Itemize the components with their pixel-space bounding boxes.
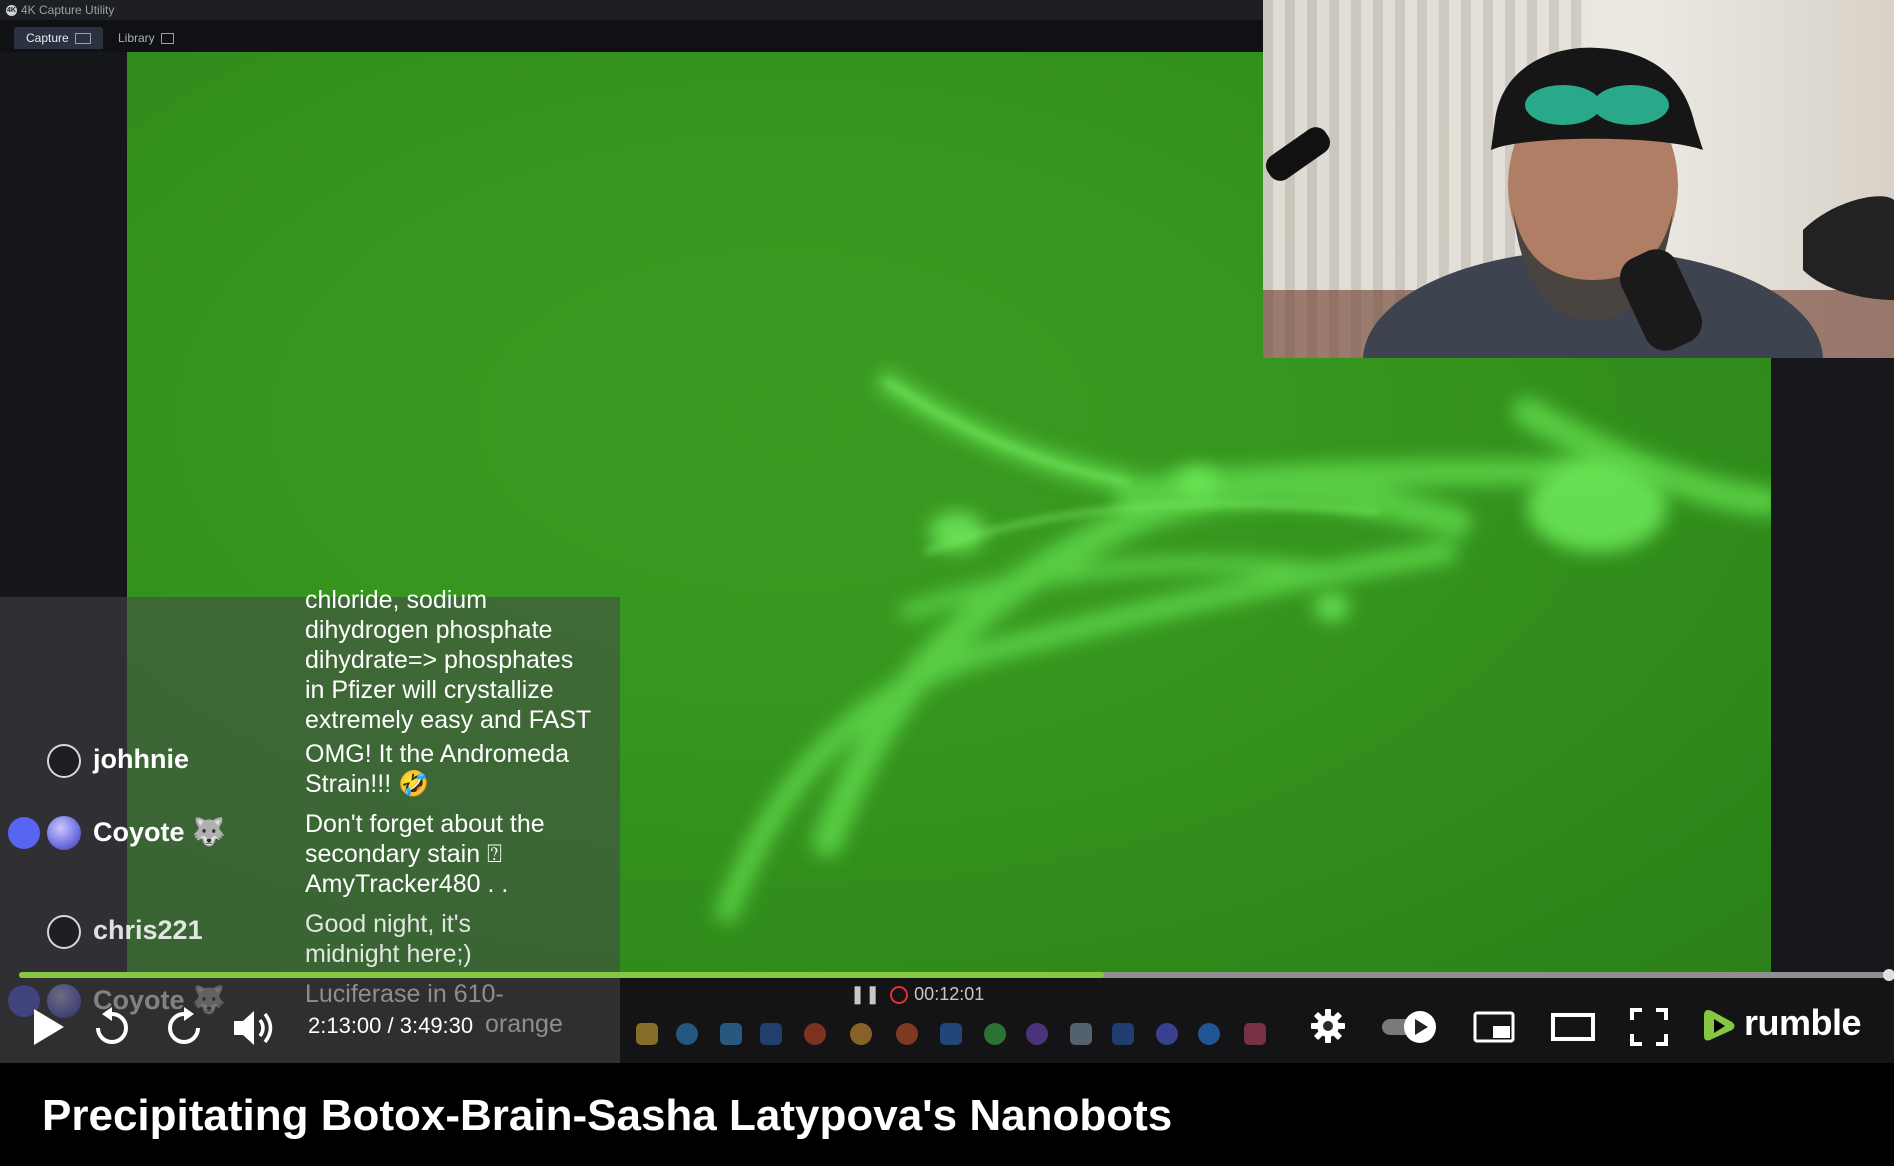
recording-elapsed: 00:12:01 (914, 984, 985, 1004)
picture-in-picture-button[interactable] (1473, 1010, 1515, 1049)
user-avatar-icon (47, 915, 81, 949)
chat-username: chris221 (93, 915, 203, 945)
discord-icon (8, 817, 40, 849)
chat-username: Coyote 🐺 (93, 817, 226, 847)
rumble-wordmark[interactable]: rumble (1744, 1002, 1862, 1044)
theater-mode-button[interactable] (1551, 1010, 1595, 1049)
fullscreen-icon (1630, 1008, 1668, 1046)
chat-message: Good night, it's midnight here;) (305, 910, 472, 968)
theater-icon (1551, 1013, 1595, 1041)
video-player[interactable]: 4K 4K Capture Utility Capture Library ch… (0, 0, 1894, 1063)
chat-username: johhnie (93, 744, 189, 774)
capture-window-titlebar: 4K 4K Capture Utility (0, 0, 1263, 20)
edge-icon (676, 1023, 698, 1045)
settings-button[interactable] (1310, 1008, 1346, 1049)
webcam-inset (1263, 0, 1894, 358)
word-icon (1112, 1023, 1134, 1045)
volume-icon (234, 1011, 273, 1045)
zoom-icon (1198, 1023, 1220, 1045)
viber-icon (1026, 1023, 1048, 1045)
user-avatar-icon (47, 744, 81, 778)
app-icon (1070, 1023, 1092, 1045)
outlook-icon (940, 1023, 962, 1045)
play-button[interactable] (28, 1006, 68, 1053)
forward-button[interactable] (164, 1006, 204, 1053)
discord-icon (1156, 1023, 1178, 1045)
app-icon (804, 1023, 826, 1045)
grid-icon (160, 33, 174, 45)
forward-icon (168, 1007, 200, 1044)
seek-bar-end-knob[interactable] (1883, 969, 1894, 981)
video-title-bar: Precipitating Botox-Brain-Sasha Latypova… (0, 1063, 1894, 1166)
volume-button[interactable] (232, 1008, 278, 1053)
chat-message: OMG! It the Andromeda Strain!!! 🤣 (305, 740, 570, 798)
rumble-logo-icon[interactable] (1700, 1006, 1738, 1051)
time-display: 2:13:00 / 3:49:30 (308, 1013, 474, 1038)
app-icon (896, 1023, 918, 1045)
autoplay-icon (1382, 1011, 1436, 1043)
store-icon (720, 1023, 742, 1045)
whatsapp-icon (984, 1023, 1006, 1045)
chat-message: Don't forget about the secondary stain ⍰… (305, 810, 545, 898)
seek-bar[interactable] (19, 969, 1894, 981)
record-icon (890, 986, 909, 1005)
rewind-icon (96, 1007, 128, 1044)
capture-window-title: 4K Capture Utility (21, 3, 115, 17)
autoplay-toggle[interactable] (1380, 1010, 1440, 1049)
capture-logo-icon: 4K (6, 5, 17, 17)
app-icon (760, 1023, 782, 1045)
tab-capture[interactable]: Capture (14, 27, 103, 49)
seek-bar-played (19, 972, 1104, 978)
capture-right-panel (1771, 358, 1894, 978)
chrome-icon (850, 1023, 872, 1045)
orb-avatar (47, 816, 81, 850)
recording-status: ❚❚ 00:12:01 (850, 984, 984, 1005)
fullscreen-button[interactable] (1630, 1008, 1668, 1051)
capture-tab-bar: Capture Library (0, 20, 1263, 52)
chat-overlay: chloride, sodium dihydrogen phosphate di… (0, 586, 620, 1063)
chat-message: chloride, sodium dihydrogen phosphate di… (305, 586, 592, 734)
host-portrait (1263, 47, 1894, 358)
gear-icon (1311, 1009, 1345, 1043)
pause-icon: ❚❚ (850, 984, 881, 1004)
pip-icon (1473, 1011, 1515, 1043)
video-title: Precipitating Botox-Brain-Sasha Latypova… (42, 1091, 1173, 1140)
screen-icon (74, 33, 91, 45)
rewind-button[interactable] (92, 1006, 132, 1053)
app-icon (1244, 1023, 1266, 1045)
tab-library[interactable]: Library (106, 27, 186, 49)
folder-icon (636, 1023, 658, 1045)
